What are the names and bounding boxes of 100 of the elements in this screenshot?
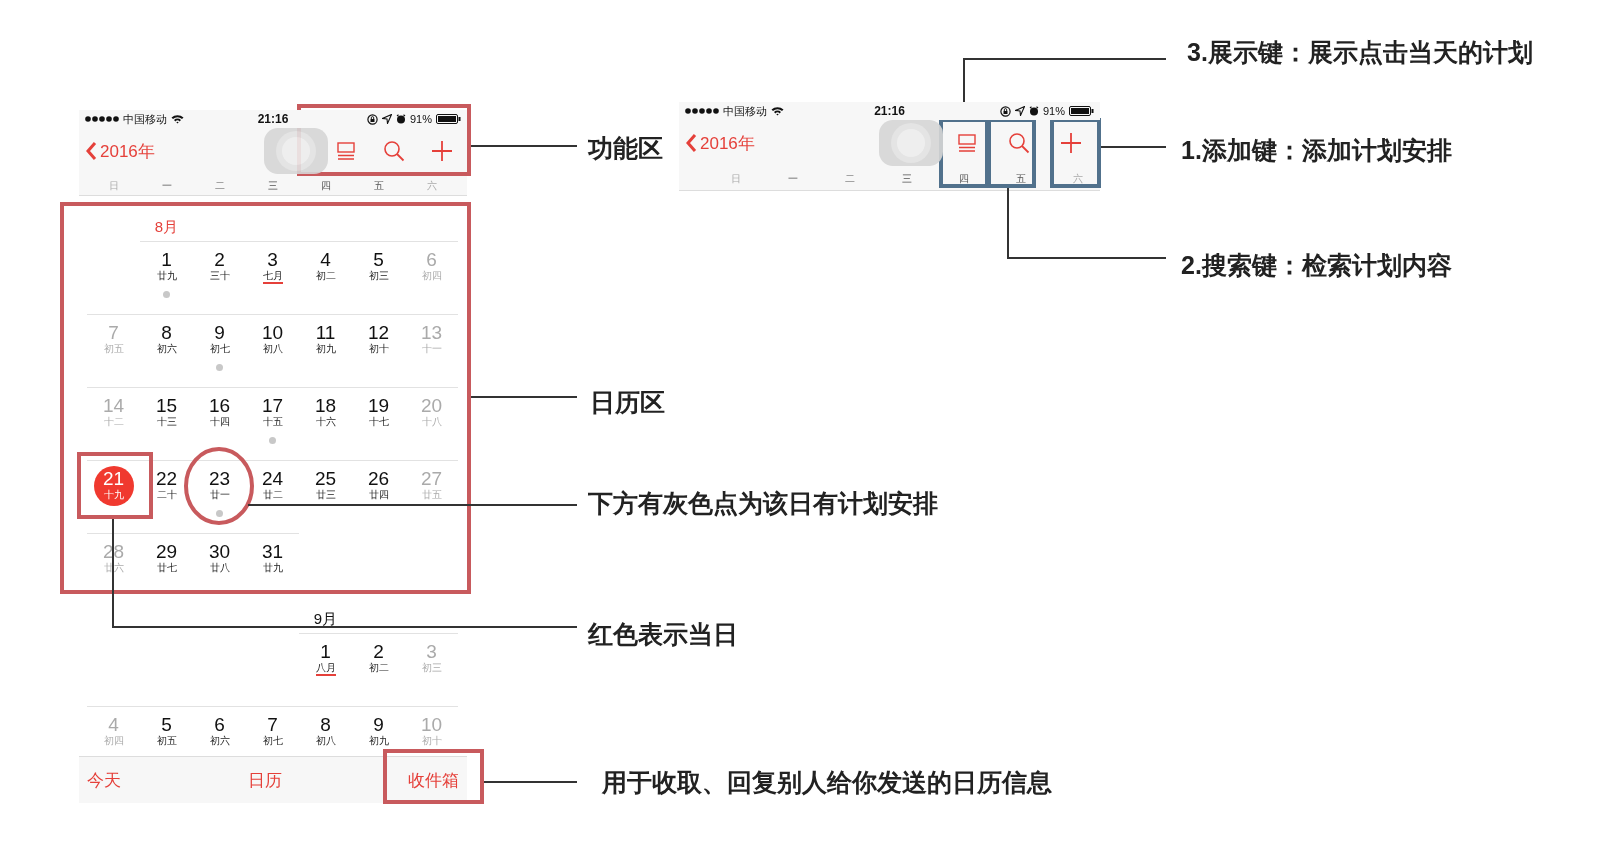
lunar-date: 廿九 [262, 562, 283, 575]
day-cell[interactable]: 19 十七 [352, 387, 405, 460]
day-cell[interactable]: 29 廿七 [140, 533, 193, 606]
day-number: 6 [426, 250, 437, 270]
lunar-date: 初六 [156, 343, 177, 356]
day-number: 8 [320, 715, 331, 735]
lunar-date: 初二 [315, 270, 336, 283]
day-number: 3 [267, 250, 278, 270]
day-cell[interactable]: 10 初八 [246, 314, 299, 387]
day-cell[interactable]: 4 初二 [299, 241, 352, 314]
day-cell[interactable]: 17 十五 [246, 387, 299, 460]
alarm-icon [395, 114, 406, 124]
day-cell[interactable]: 25 廿三 [299, 460, 352, 533]
day-cell[interactable]: 3 七月 [246, 241, 299, 314]
lunar-date: 二十 [156, 489, 177, 502]
lunar-date: 初十 [368, 343, 389, 356]
search-button[interactable] [381, 139, 407, 163]
callout-label: 红色表示当日 [588, 619, 738, 649]
day-number: 20 [420, 396, 443, 416]
lunar-date: 廿二 [262, 489, 283, 502]
weekday-label: 二 [214, 178, 225, 193]
weekday-label: 一 [787, 172, 798, 186]
search-icon [1008, 132, 1030, 154]
lunar-date: 廿八 [209, 562, 230, 575]
day-cell[interactable]: 21 十九 [87, 460, 140, 533]
day-cell[interactable]: 1 廿九 [140, 241, 193, 314]
add-button[interactable] [1058, 131, 1084, 155]
carrier-name: 中国移动 [123, 111, 167, 127]
callout-label: 下方有灰色点为该日有计划安排 [588, 488, 938, 518]
callout-label: 1.添加键：添加计划安排 [1181, 135, 1452, 165]
lunar-date: 初四 [421, 270, 442, 283]
weekday-label: 四 [958, 172, 969, 186]
lunar-date: 廿四 [368, 489, 389, 502]
callout-label: 日历区 [590, 387, 665, 417]
day-cell[interactable]: 31 廿九 [246, 533, 299, 606]
day-number: 4 [108, 715, 119, 735]
chevron-left-icon [685, 133, 697, 153]
lunar-date: 初七 [262, 735, 283, 748]
callout-label: 用于收取、回复别人给你发送的日历信息 [602, 767, 1052, 797]
day-number: 10 [261, 323, 284, 343]
clock-time: 21:16 [874, 104, 905, 118]
day-cell[interactable]: 2 三十 [193, 241, 246, 314]
day-cell[interactable]: 15 十三 [140, 387, 193, 460]
callout-frame [939, 118, 989, 188]
day-cell[interactable]: 1 八月 [299, 633, 352, 706]
day-cell[interactable]: 9 初七 [193, 314, 246, 387]
toolbar-button[interactable]: 收件箱 [404, 764, 463, 796]
day-cell[interactable]: 18 十六 [299, 387, 352, 460]
day-cell[interactable]: 26 廿四 [352, 460, 405, 533]
day-number: 10 [420, 715, 443, 735]
day-cell[interactable]: 16 十四 [193, 387, 246, 460]
search-button[interactable] [1006, 131, 1032, 155]
callout-label: 功能区 [588, 133, 663, 163]
carrier-name: 中国移动 [723, 103, 767, 119]
day-number: 13 [420, 323, 443, 343]
lunar-date: 七月 [262, 270, 283, 284]
day-number: 16 [208, 396, 231, 416]
lunar-date: 十五 [262, 416, 283, 429]
day-number: 1 [161, 250, 172, 270]
day-number: 26 [367, 469, 390, 489]
day-cell[interactable]: 11 初九 [299, 314, 352, 387]
search-icon [383, 140, 405, 162]
day-cell[interactable]: 22 二十 [140, 460, 193, 533]
back-button[interactable]: 2016年 [83, 137, 157, 165]
day-cell[interactable]: 24 廿二 [246, 460, 299, 533]
day-cell[interactable]: 23 廿一 [193, 460, 246, 533]
lunar-date: 廿九 [156, 270, 177, 283]
floating-touch-button[interactable] [879, 120, 943, 166]
day-number: 19 [367, 396, 390, 416]
day-number: 21 [102, 469, 125, 489]
location-arrow-icon [1014, 106, 1025, 116]
weekday-label: 二 [844, 172, 855, 186]
list-view-icon [336, 141, 356, 161]
lunar-date: 廿三 [315, 489, 336, 502]
day-cell[interactable]: 30 廿八 [193, 533, 246, 606]
add-button[interactable] [429, 139, 455, 163]
day-number: 15 [155, 396, 178, 416]
battery-icon [436, 114, 461, 124]
lunar-date: 初五 [156, 735, 177, 748]
toolbar-button[interactable]: 今天 [83, 764, 125, 796]
day-cell[interactable]: 5 初三 [352, 241, 405, 314]
lunar-date: 初八 [262, 343, 283, 356]
list-view-icon [957, 133, 977, 153]
day-number: 1 [320, 642, 331, 662]
day-number: 9 [373, 715, 384, 735]
lunar-date: 初八 [315, 735, 336, 748]
day-cell[interactable]: 2 初二 [352, 633, 405, 706]
weekday-label: 三 [901, 172, 912, 186]
day-cell[interactable]: 8 初六 [140, 314, 193, 387]
day-number: 5 [161, 715, 172, 735]
day-cell[interactable]: 12 初十 [352, 314, 405, 387]
location-arrow-icon [381, 114, 392, 124]
day-number: 2 [373, 642, 384, 662]
back-button[interactable]: 2016年 [683, 129, 757, 157]
toolbar-button[interactable]: 日历 [243, 764, 286, 796]
lunar-date: 初三 [368, 270, 389, 283]
rotation-lock-icon [366, 113, 378, 125]
day-number: 7 [267, 715, 278, 735]
day-number: 7 [108, 323, 119, 343]
day-number: 14 [102, 396, 125, 416]
